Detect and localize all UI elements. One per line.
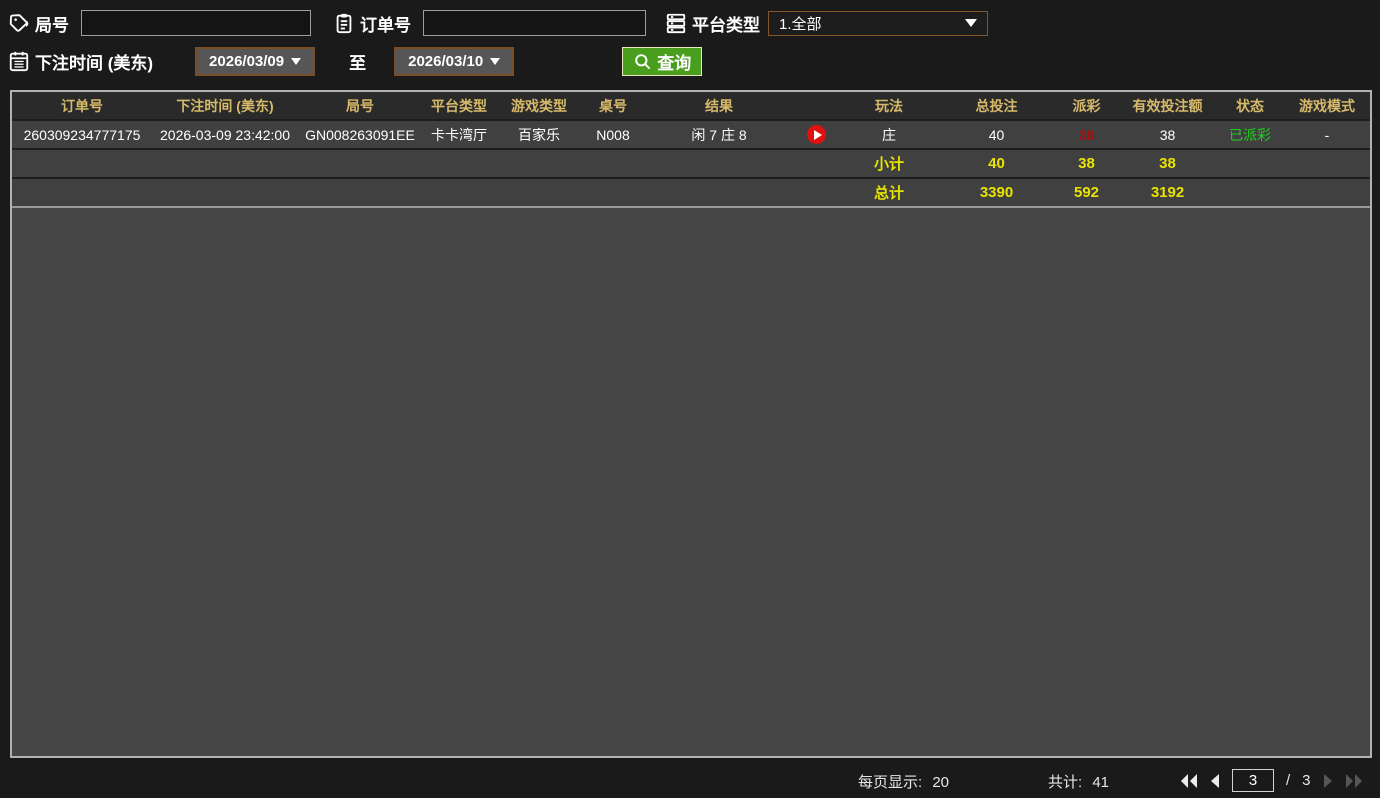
cell-payout: 38 [1054, 127, 1119, 143]
date-range-to-label: 至 [349, 49, 366, 74]
header-play-type: 玩法 [839, 96, 939, 116]
per-page-label: 每页显示: [858, 774, 922, 791]
subtotal-total-bet: 40 [939, 155, 1054, 172]
date-to-value: 2026/03/10 [408, 53, 483, 70]
cell-platform: 卡卡湾厅 [422, 125, 496, 145]
cell-bet-time: 2026-03-09 23:42:00 [152, 127, 298, 143]
first-page-icon[interactable] [1180, 773, 1198, 789]
header-payout: 派彩 [1054, 96, 1119, 116]
header-round-id: 局号 [298, 96, 422, 116]
date-from-picker[interactable]: 2026/03/09 [195, 47, 315, 76]
total-total-bet: 3390 [939, 184, 1054, 201]
query-button-label: 查询 [657, 49, 691, 74]
platform-type-select[interactable]: 1.全部 [768, 11, 988, 36]
header-game-mode: 游戏模式 [1284, 96, 1370, 116]
filter-row-top: 局号 订单号 平台类型 1. [8, 8, 988, 38]
calendar-icon [8, 50, 30, 72]
total-valid-bet: 3192 [1119, 184, 1216, 201]
header-order-id: 订单号 [12, 96, 152, 116]
cell-round-id: GN008263091EE [298, 127, 422, 143]
subtotal-row: 小计 40 38 38 [12, 150, 1370, 179]
tag-icon [8, 12, 30, 34]
cell-valid-bet: 38 [1119, 127, 1216, 143]
total-count-info: 共计: 41 [1048, 771, 1109, 792]
header-result: 结果 [644, 96, 794, 116]
total-count-value: 41 [1092, 774, 1109, 791]
cell-result: 闲 7 庄 8 [644, 125, 794, 145]
chevron-down-icon [291, 58, 301, 65]
prev-page-icon[interactable] [1210, 773, 1220, 789]
bet-time-label: 下注时间 (美东) [35, 49, 153, 74]
pagination-bar: 每页显示: 20 共计: 41 / 3 [0, 766, 1380, 798]
cell-game-mode: - [1284, 127, 1370, 143]
filter-row-bottom: 下注时间 (美东) 2026/03/09 至 2026/03/10 查询 [8, 45, 702, 77]
header-table-no: 桌号 [582, 96, 644, 116]
total-label: 总计 [839, 182, 939, 203]
search-icon [633, 52, 652, 71]
subtotal-valid-bet: 38 [1119, 155, 1216, 172]
date-to-picker[interactable]: 2026/03/10 [394, 47, 514, 76]
next-page-icon[interactable] [1323, 773, 1333, 789]
cell-video [794, 125, 839, 144]
header-total-bet: 总投注 [939, 96, 1054, 116]
clipboard-icon [333, 12, 355, 34]
total-pages: 3 [1302, 772, 1310, 789]
server-icon [665, 12, 687, 34]
total-payout: 592 [1054, 184, 1119, 201]
per-page-info: 每页显示: 20 [858, 771, 949, 792]
date-from-value: 2026/03/09 [209, 53, 284, 70]
cell-table-no: N008 [582, 127, 644, 143]
platform-type-selected-value: 1.全部 [779, 13, 822, 34]
play-video-button[interactable] [807, 125, 826, 144]
round-no-label: 局号 [35, 11, 69, 36]
cell-game-type: 百家乐 [496, 125, 582, 145]
platform-type-label: 平台类型 [692, 11, 760, 36]
per-page-value: 20 [932, 774, 949, 791]
header-bet-time: 下注时间 (美东) [152, 96, 298, 116]
bet-records-table: 订单号 下注时间 (美东) 局号 平台类型 游戏类型 桌号 结果 玩法 总投注 … [10, 90, 1372, 758]
total-row: 总计 3390 592 3192 [12, 179, 1370, 208]
cell-total-bet: 40 [939, 127, 1054, 143]
order-no-input[interactable] [423, 10, 646, 36]
header-valid-bet: 有效投注额 [1119, 96, 1216, 116]
page-number-input[interactable] [1232, 769, 1274, 792]
cell-status: 已派彩 [1216, 125, 1284, 145]
table-row: 260309234777175 2026-03-09 23:42:00 GN00… [12, 121, 1370, 150]
page-navigation: / 3 [1180, 769, 1363, 792]
play-icon [814, 130, 822, 140]
header-platform: 平台类型 [422, 96, 496, 116]
chevron-down-icon [490, 58, 500, 65]
total-count-label: 共计: [1048, 774, 1082, 791]
header-game-type: 游戏类型 [496, 96, 582, 116]
table-header-row: 订单号 下注时间 (美东) 局号 平台类型 游戏类型 桌号 结果 玩法 总投注 … [12, 92, 1370, 121]
cell-play-type: 庄 [839, 125, 939, 145]
round-no-input[interactable] [81, 10, 311, 36]
last-page-icon[interactable] [1345, 773, 1363, 789]
header-status: 状态 [1216, 96, 1284, 116]
subtotal-payout: 38 [1054, 155, 1119, 172]
order-no-label: 订单号 [360, 11, 411, 36]
subtotal-label: 小计 [839, 153, 939, 174]
query-button[interactable]: 查询 [622, 47, 702, 76]
bet-records-screen: 局号 订单号 平台类型 1. [0, 0, 1380, 798]
cell-order-id: 260309234777175 [12, 127, 152, 143]
page-separator: / [1286, 772, 1290, 789]
chevron-down-icon [965, 19, 977, 27]
